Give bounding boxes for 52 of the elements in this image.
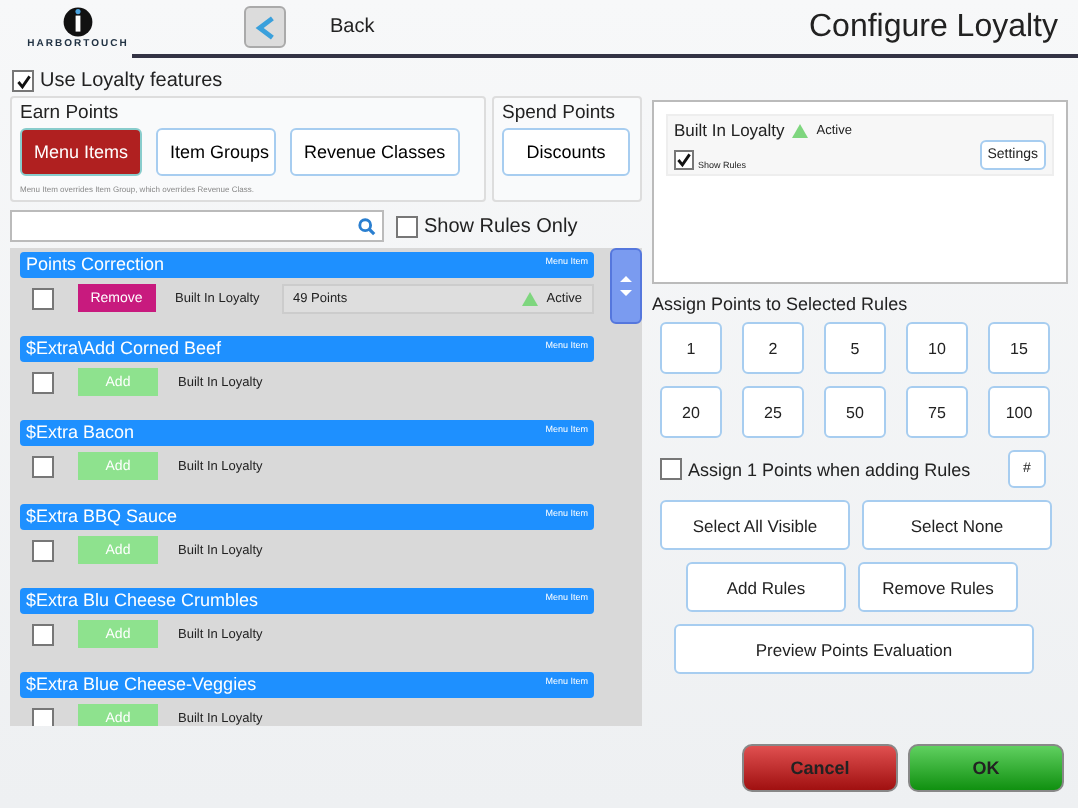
section-heading: Assign Points to Selected Rules <box>652 294 910 314</box>
points-button[interactable]: 25 <box>742 386 804 438</box>
mode-button[interactable]: Item Groups <box>156 128 277 176</box>
checkbox[interactable] <box>660 458 682 480</box>
checkbox[interactable] <box>396 215 418 237</box>
logo-icon <box>62 5 94 37</box>
rule-title: $Extra Bacon <box>26 420 135 446</box>
checkbox[interactable] <box>674 150 694 170</box>
points-button[interactable]: 15 <box>988 322 1050 374</box>
checkbox[interactable] <box>32 623 54 645</box>
checkbox-label: Assign 1 Points when adding Rules <box>688 459 971 479</box>
action-button[interactable]: Preview Points Evaluation <box>674 624 1034 674</box>
checkbox[interactable] <box>32 287 54 309</box>
action-button[interactable]: Select All Visible <box>660 500 850 550</box>
points-button[interactable]: 10 <box>906 322 968 374</box>
checkbox-label: Show Rules Only <box>424 215 578 237</box>
ok-button[interactable]: OK <box>908 744 1064 792</box>
points-button[interactable]: 1 <box>660 322 722 374</box>
action-button[interactable]: Add Rules <box>686 562 846 612</box>
points-button[interactable]: 2 <box>742 322 804 374</box>
triangle-icon <box>792 123 809 137</box>
rule-title: Points Correction <box>26 252 165 278</box>
program-name: Built In Loyalty <box>674 120 785 140</box>
scroll-button[interactable] <box>610 248 642 324</box>
rule-title: $Extra Blu Cheese Crumbles <box>26 588 259 614</box>
points-button[interactable]: 100 <box>988 386 1050 438</box>
rule-title: $Extra Blue Cheese-Veggies <box>26 672 257 698</box>
page-title: Configure Loyalty <box>808 9 1058 45</box>
mode-button[interactable]: Revenue Classes <box>290 128 460 176</box>
action-button[interactable]: Remove Rules <box>858 562 1018 612</box>
checkbox[interactable] <box>12 70 34 92</box>
checkbox-label: Use Loyalty features <box>40 70 223 92</box>
action-button[interactable]: Select None <box>862 500 1052 550</box>
mode-button[interactable]: Menu Items <box>20 128 143 176</box>
points-button[interactable]: 50 <box>824 386 886 438</box>
up-down-arrows-icon <box>620 276 632 296</box>
points-button[interactable]: 20 <box>660 386 722 438</box>
rule-title: $Extra BBQ Sauce <box>26 504 178 530</box>
rule-title: $Extra\Add Corned Beef <box>26 336 222 362</box>
checkbox[interactable] <box>32 455 54 477</box>
points-button[interactable]: 75 <box>906 386 968 438</box>
back-label[interactable]: Back <box>330 16 375 38</box>
search-field[interactable] <box>10 210 384 242</box>
checkbox[interactable] <box>32 539 54 561</box>
checkbox[interactable] <box>32 707 54 726</box>
points-button[interactable]: 5 <box>824 322 886 374</box>
triangle-icon <box>522 291 539 305</box>
mode-button[interactable]: Discounts <box>502 128 630 176</box>
section-legend: Earn Points <box>20 102 476 124</box>
section-legend: Spend Points <box>502 102 632 124</box>
checkbox[interactable] <box>32 371 54 393</box>
search-icon <box>358 217 376 235</box>
